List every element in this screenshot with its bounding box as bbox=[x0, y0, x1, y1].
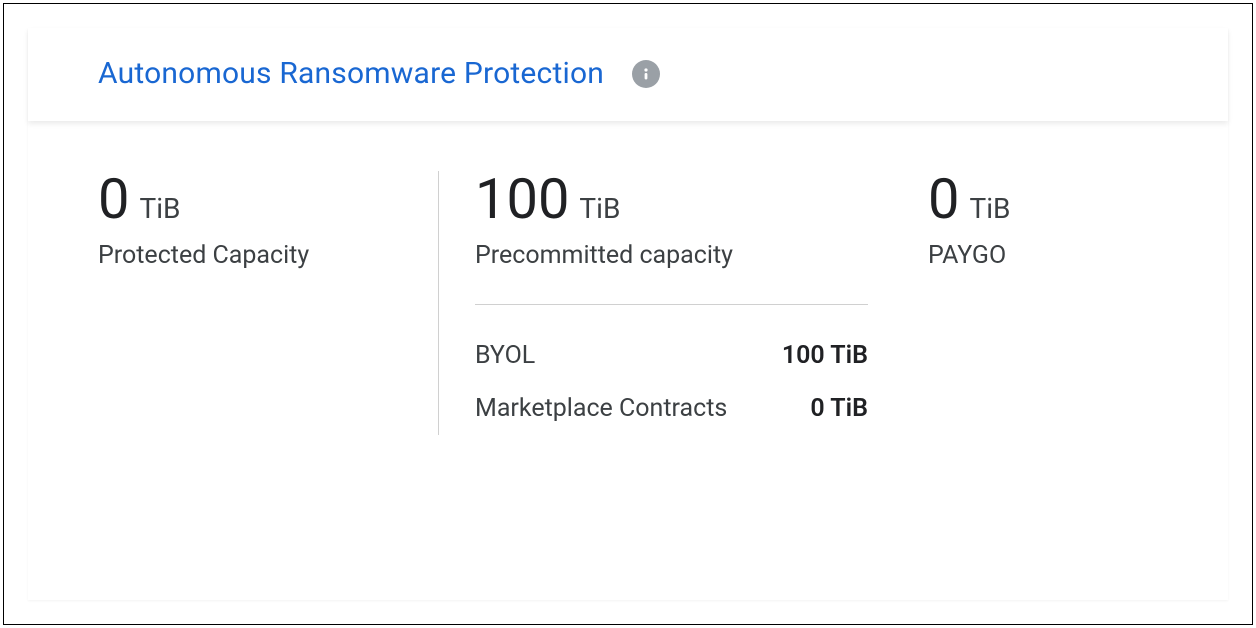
stat-precommitted-capacity: 100 TiB Precommitted capacity BYOL 100 T… bbox=[438, 171, 898, 435]
info-icon[interactable] bbox=[632, 60, 660, 88]
protected-label: Protected Capacity bbox=[98, 241, 438, 270]
stat-paygo: 0 TiB PAYGO bbox=[898, 171, 1158, 270]
card-header: Autonomous Ransomware Protection bbox=[28, 28, 1228, 121]
protected-unit: TiB bbox=[139, 192, 180, 225]
breakdown-marketplace-row: Marketplace Contracts 0 TiB bbox=[475, 382, 868, 435]
precommitted-divider bbox=[475, 304, 868, 305]
precommitted-value: 100 bbox=[475, 171, 569, 227]
breakdown-marketplace-label: Marketplace Contracts bbox=[475, 394, 727, 423]
card-body: 0 TiB Protected Capacity 100 TiB Precomm… bbox=[28, 121, 1228, 600]
protected-value-line: 0 TiB bbox=[98, 171, 438, 227]
paygo-unit: TiB bbox=[969, 192, 1010, 225]
paygo-label: PAYGO bbox=[928, 241, 1158, 270]
breakdown-byol-row: BYOL 100 TiB bbox=[475, 329, 868, 382]
breakdown-byol-value: 100 TiB bbox=[782, 341, 868, 370]
outer-frame: Autonomous Ransomware Protection 0 TiB P… bbox=[3, 3, 1253, 625]
breakdown-byol-label: BYOL bbox=[475, 341, 535, 370]
protected-value: 0 bbox=[98, 171, 129, 227]
card-title[interactable]: Autonomous Ransomware Protection bbox=[98, 56, 604, 91]
paygo-value-line: 0 TiB bbox=[928, 171, 1158, 227]
precommitted-label: Precommitted capacity bbox=[475, 241, 868, 270]
paygo-value: 0 bbox=[928, 171, 959, 227]
stats-row: 0 TiB Protected Capacity 100 TiB Precomm… bbox=[98, 171, 1158, 435]
precommitted-unit: TiB bbox=[579, 192, 620, 225]
breakdown-marketplace-value: 0 TiB bbox=[810, 394, 868, 423]
precommitted-value-line: 100 TiB bbox=[475, 171, 868, 227]
arp-card: Autonomous Ransomware Protection 0 TiB P… bbox=[28, 28, 1228, 600]
stat-protected-capacity: 0 TiB Protected Capacity bbox=[98, 171, 438, 270]
